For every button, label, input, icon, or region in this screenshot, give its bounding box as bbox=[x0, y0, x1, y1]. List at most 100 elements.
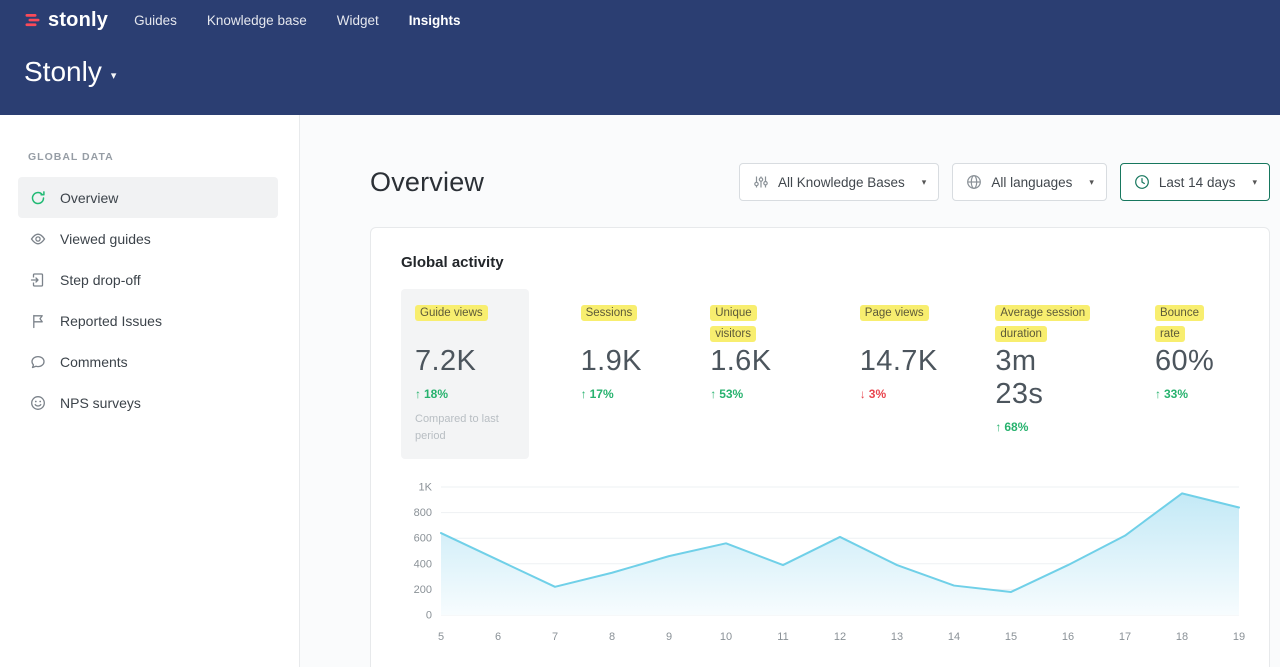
global-activity-chart: 02004006008001K5678910111213141516171819 bbox=[401, 477, 1239, 654]
sidebar-item-nps-surveys[interactable]: NPS surveys bbox=[18, 382, 278, 423]
metric-change: 68% bbox=[995, 420, 1089, 434]
metric-label: Bounce rate bbox=[1155, 305, 1204, 342]
svg-text:600: 600 bbox=[414, 533, 432, 545]
sidebar-item-label: Step drop-off bbox=[60, 272, 141, 288]
languages-filter[interactable]: All languages bbox=[952, 163, 1107, 201]
eye-icon bbox=[30, 231, 46, 247]
flag-icon bbox=[30, 313, 46, 329]
metric-label: Guide views bbox=[415, 305, 488, 321]
sidebar-item-reported-issues[interactable]: Reported Issues bbox=[18, 300, 278, 341]
comment-icon bbox=[30, 354, 46, 370]
chevron-down-icon bbox=[111, 69, 117, 82]
filters: All Knowledge Bases All languages Last 1… bbox=[739, 163, 1270, 201]
main-content: Overview All Knowledge Bases All l bbox=[301, 115, 1280, 667]
sidebar-item-label: Reported Issues bbox=[60, 313, 162, 329]
svg-text:11: 11 bbox=[777, 631, 788, 643]
sidebar: GLOBAL DATA Overview Viewed guides Step … bbox=[0, 115, 300, 667]
sidebar-item-overview[interactable]: Overview bbox=[18, 177, 278, 218]
svg-text:800: 800 bbox=[414, 507, 432, 519]
metric-change-value: 3% bbox=[869, 387, 886, 401]
metric-change-value: 18% bbox=[424, 387, 448, 401]
metrics-row: Guide views 7.2K 18% Compared to last pe… bbox=[401, 289, 1239, 459]
metric-label: Unique visitors bbox=[710, 305, 756, 342]
sidebar-section-label: GLOBAL DATA bbox=[28, 151, 279, 163]
svg-text:1K: 1K bbox=[419, 482, 433, 494]
metric-page-views[interactable]: Page views 14.7K 3% bbox=[846, 289, 944, 415]
clock-icon bbox=[1134, 174, 1150, 190]
sidebar-item-label: Viewed guides bbox=[60, 231, 151, 247]
svg-text:9: 9 bbox=[666, 631, 672, 643]
nav-item-widget[interactable]: Widget bbox=[337, 9, 379, 32]
nav-item-insights[interactable]: Insights bbox=[409, 9, 461, 32]
chevron-down-icon bbox=[1089, 177, 1094, 188]
svg-text:19: 19 bbox=[1233, 631, 1245, 643]
activity-chart-svg: 02004006008001K5678910111213141516171819 bbox=[401, 477, 1246, 649]
metric-value: 14.7K bbox=[860, 345, 930, 378]
metric-label-box: Average session duration bbox=[995, 303, 1089, 345]
sidebar-item-label: Overview bbox=[60, 190, 118, 206]
nav-item-guides[interactable]: Guides bbox=[134, 9, 177, 32]
svg-text:8: 8 bbox=[609, 631, 615, 643]
page-title: Overview bbox=[370, 167, 484, 198]
smiley-icon bbox=[30, 395, 46, 411]
metric-value: 3m 23s bbox=[995, 345, 1089, 411]
sidebar-item-step-drop-off[interactable]: Step drop-off bbox=[18, 259, 278, 300]
languages-filter-value: All languages bbox=[991, 175, 1072, 190]
metric-change-value: 53% bbox=[719, 387, 743, 401]
nav-items: Guides Knowledge base Widget Insights bbox=[134, 9, 460, 32]
trend-arrow-icon bbox=[995, 420, 1001, 434]
metric-value: 1.9K bbox=[581, 345, 645, 378]
stonly-logo[interactable]: stonly bbox=[24, 9, 108, 32]
knowledge-bases-filter-value: All Knowledge Bases bbox=[778, 175, 905, 190]
metric-label-box: Sessions bbox=[581, 303, 645, 345]
date-range-filter-value: Last 14 days bbox=[1159, 175, 1236, 190]
svg-text:6: 6 bbox=[495, 631, 501, 643]
metric-unique-visitors[interactable]: Unique visitors 1.6K 53% bbox=[696, 289, 808, 415]
card-title: Global activity bbox=[401, 254, 1239, 271]
metric-label-box: Page views bbox=[860, 303, 930, 345]
metric-guide-views[interactable]: Guide views 7.2K 18% Compared to last pe… bbox=[401, 289, 529, 459]
global-activity-card: Global activity Guide views 7.2K 18% Com… bbox=[370, 227, 1270, 667]
logo-text: stonly bbox=[48, 9, 108, 32]
trend-arrow-icon bbox=[710, 387, 716, 401]
overview-icon bbox=[30, 190, 46, 206]
metric-change: 17% bbox=[581, 387, 645, 401]
metric-bounce-rate[interactable]: Bounce rate 60% 33% bbox=[1141, 289, 1239, 415]
metric-label-box: Guide views bbox=[415, 303, 515, 345]
svg-text:15: 15 bbox=[1005, 631, 1017, 643]
trend-arrow-icon bbox=[860, 387, 866, 401]
date-range-filter[interactable]: Last 14 days bbox=[1120, 163, 1270, 201]
metric-value: 1.6K bbox=[710, 345, 794, 378]
metric-label: Average session duration bbox=[995, 305, 1090, 342]
metric-change: 33% bbox=[1155, 387, 1225, 401]
metric-value: 60% bbox=[1155, 345, 1225, 378]
metric-change: 3% bbox=[860, 387, 930, 401]
metric-sessions[interactable]: Sessions 1.9K 17% bbox=[567, 289, 659, 415]
metric-label: Sessions bbox=[581, 305, 638, 321]
nav-item-knowledge-base[interactable]: Knowledge base bbox=[207, 9, 307, 32]
chevron-down-icon bbox=[922, 177, 927, 188]
sidebar-item-viewed-guides[interactable]: Viewed guides bbox=[18, 218, 278, 259]
svg-text:14: 14 bbox=[948, 631, 960, 643]
sidebar-item-label: Comments bbox=[60, 354, 128, 370]
svg-text:7: 7 bbox=[552, 631, 558, 643]
app-header: stonly Guides Knowledge base Widget Insi… bbox=[0, 0, 1280, 115]
workspace-selector[interactable]: Stonly bbox=[24, 56, 116, 88]
metric-change: 53% bbox=[710, 387, 794, 401]
metric-change-value: 33% bbox=[1164, 387, 1188, 401]
metric-label-box: Unique visitors bbox=[710, 303, 794, 345]
svg-text:0: 0 bbox=[426, 610, 432, 622]
svg-text:13: 13 bbox=[891, 631, 903, 643]
svg-text:12: 12 bbox=[834, 631, 846, 643]
workspace-title: Stonly bbox=[24, 56, 102, 88]
metric-value: 7.2K bbox=[415, 345, 515, 378]
sidebar-item-comments[interactable]: Comments bbox=[18, 341, 278, 382]
globe-icon bbox=[966, 174, 982, 190]
metric-average-session-duration[interactable]: Average session duration 3m 23s 68% bbox=[981, 289, 1103, 448]
metric-label-box: Bounce rate bbox=[1155, 303, 1225, 345]
knowledge-bases-filter[interactable]: All Knowledge Bases bbox=[739, 163, 939, 201]
step-dropoff-icon bbox=[30, 272, 46, 288]
svg-text:16: 16 bbox=[1062, 631, 1074, 643]
svg-text:10: 10 bbox=[720, 631, 732, 643]
top-navigation: stonly Guides Knowledge base Widget Insi… bbox=[24, 9, 1256, 32]
